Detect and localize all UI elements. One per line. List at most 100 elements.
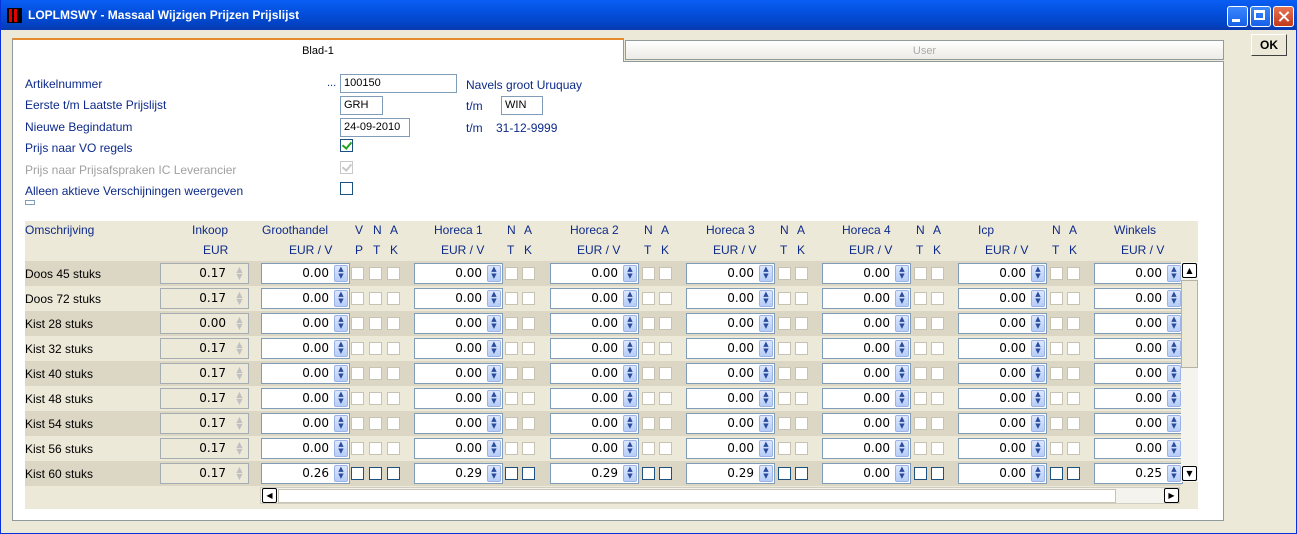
groothandel-flag-vp[interactable] [351, 267, 364, 280]
groothandel-price[interactable]: 0.26 ▲ ▼ [261, 463, 350, 484]
horeca2-flag-nt[interactable] [642, 342, 655, 355]
horeca2-flag-nt[interactable] [642, 267, 655, 280]
horeca4-flag-nt[interactable] [914, 467, 927, 480]
spinner-icon[interactable]: ▲ ▼ [895, 340, 909, 357]
groothandel-flag-nt[interactable] [369, 442, 382, 455]
spinner-icon[interactable]: ▲ ▼ [1031, 340, 1045, 357]
spinner-icon[interactable]: ▲ ▼ [334, 315, 348, 332]
groothandel-price[interactable]: 0.00 ▲ ▼ [261, 313, 350, 334]
groothandel-flag-ak[interactable] [387, 317, 400, 330]
close-icon[interactable] [1273, 6, 1294, 27]
spinner-icon[interactable]: ▲ ▼ [1031, 315, 1045, 332]
icp-flag-ak[interactable] [1067, 417, 1080, 430]
horeca3-flag-ak[interactable] [795, 417, 808, 430]
icp-flag-ak[interactable] [1067, 267, 1080, 280]
horeca3-flag-nt[interactable] [778, 367, 791, 380]
spinner-icon[interactable]: ▲ ▼ [895, 440, 909, 457]
horeca2-flag-nt[interactable] [642, 442, 655, 455]
horeca3-flag-nt[interactable] [778, 392, 791, 405]
spinner-icon[interactable]: ▲ ▼ [895, 415, 909, 432]
horeca2-price[interactable]: 0.00 ▲ ▼ [550, 338, 639, 359]
horeca1-flag-nt[interactable] [505, 367, 518, 380]
horeca3-flag-ak[interactable] [795, 342, 808, 355]
horeca2-flag-nt[interactable] [642, 392, 655, 405]
horeca1-price[interactable]: 0.00 ▲ ▼ [414, 438, 503, 459]
spinner-icon[interactable]: ▲ ▼ [334, 340, 348, 357]
horeca3-flag-nt[interactable] [778, 267, 791, 280]
icp-flag-ak[interactable] [1067, 392, 1080, 405]
icp-price[interactable]: 0.00 ▲ ▼ [958, 438, 1047, 459]
groothandel-flag-vp[interactable] [351, 467, 364, 480]
horeca3-flag-nt[interactable] [778, 442, 791, 455]
spinner-icon[interactable]: ▲ ▼ [1167, 390, 1181, 407]
horeca1-flag-ak[interactable] [522, 442, 535, 455]
horeca2-price[interactable]: 0.00 ▲ ▼ [550, 363, 639, 384]
horeca3-flag-nt[interactable] [778, 342, 791, 355]
spinner-icon[interactable]: ▲ ▼ [1167, 315, 1181, 332]
spinner-icon[interactable]: ▲ ▼ [334, 265, 348, 282]
icp-flag-ak[interactable] [1067, 317, 1080, 330]
horeca1-flag-ak[interactable] [522, 392, 535, 405]
icp-flag-nt[interactable] [1050, 367, 1063, 380]
horeca1-flag-nt[interactable] [505, 442, 518, 455]
horeca3-flag-ak[interactable] [795, 292, 808, 305]
icp-flag-ak[interactable] [1067, 292, 1080, 305]
maximize-icon[interactable] [1250, 6, 1271, 27]
horeca2-flag-ak[interactable] [659, 467, 672, 480]
horeca2-flag-nt[interactable] [642, 292, 655, 305]
horeca1-flag-nt[interactable] [505, 342, 518, 355]
spinner-icon[interactable]: ▲ ▼ [895, 315, 909, 332]
spinner-icon[interactable]: ▲ ▼ [1031, 465, 1045, 482]
spinner-icon[interactable]: ▲ ▼ [487, 365, 501, 382]
winkels-price[interactable]: 0.00 ▲ ▼ [1094, 313, 1183, 334]
horeca3-price[interactable]: 0.00 ▲ ▼ [686, 338, 775, 359]
spinner-icon[interactable]: ▲ ▼ [895, 390, 909, 407]
spinner-icon[interactable]: ▲ ▼ [1031, 415, 1045, 432]
spinner-icon[interactable]: ▲ ▼ [1167, 465, 1181, 482]
spinner-icon[interactable]: ▲ ▼ [759, 415, 773, 432]
horeca2-flag-nt[interactable] [642, 467, 655, 480]
spinner-icon[interactable]: ▲ ▼ [334, 365, 348, 382]
horeca3-flag-ak[interactable] [795, 442, 808, 455]
winkels-price[interactable]: 0.00 ▲ ▼ [1094, 263, 1183, 284]
horeca1-price[interactable]: 0.00 ▲ ▼ [414, 313, 503, 334]
groothandel-flag-ak[interactable] [387, 292, 400, 305]
icp-price[interactable]: 0.00 ▲ ▼ [958, 338, 1047, 359]
horeca2-price[interactable]: 0.29 ▲ ▼ [550, 463, 639, 484]
groothandel-flag-vp[interactable] [351, 292, 364, 305]
horeca1-flag-ak[interactable] [522, 417, 535, 430]
groothandel-flag-nt[interactable] [369, 467, 382, 480]
horeca2-price[interactable]: 0.00 ▲ ▼ [550, 413, 639, 434]
winkels-price[interactable]: 0.00 ▲ ▼ [1094, 388, 1183, 409]
groothandel-flag-vp[interactable] [351, 442, 364, 455]
horeca2-flag-ak[interactable] [659, 292, 672, 305]
icp-flag-nt[interactable] [1050, 292, 1063, 305]
spinner-icon[interactable]: ▲ ▼ [623, 340, 637, 357]
horeca1-flag-ak[interactable] [522, 267, 535, 280]
spinner-icon[interactable]: ▲ ▼ [623, 440, 637, 457]
horeca2-flag-ak[interactable] [659, 342, 672, 355]
groothandel-flag-ak[interactable] [387, 392, 400, 405]
horeca1-flag-ak[interactable] [522, 292, 535, 305]
horeca4-flag-ak[interactable] [931, 267, 944, 280]
tab-user[interactable]: User [625, 40, 1224, 60]
horeca4-flag-ak[interactable] [931, 342, 944, 355]
spinner-icon[interactable]: ▲ ▼ [334, 415, 348, 432]
horeca4-flag-ak[interactable] [931, 467, 944, 480]
horeca3-flag-nt[interactable] [778, 292, 791, 305]
horeca4-price[interactable]: 0.00 ▲ ▼ [822, 263, 911, 284]
groothandel-flag-ak[interactable] [387, 367, 400, 380]
horeca4-price[interactable]: 0.00 ▲ ▼ [822, 313, 911, 334]
horeca4-flag-nt[interactable] [914, 342, 927, 355]
horeca4-price[interactable]: 0.00 ▲ ▼ [822, 388, 911, 409]
horeca4-price[interactable]: 0.00 ▲ ▼ [822, 363, 911, 384]
horeca3-price[interactable]: 0.00 ▲ ▼ [686, 263, 775, 284]
horeca4-flag-ak[interactable] [931, 367, 944, 380]
groothandel-flag-nt[interactable] [369, 292, 382, 305]
horeca4-price[interactable]: 0.00 ▲ ▼ [822, 438, 911, 459]
horeca1-flag-ak[interactable] [522, 367, 535, 380]
horeca3-flag-ak[interactable] [795, 317, 808, 330]
groothandel-price[interactable]: 0.00 ▲ ▼ [261, 413, 350, 434]
groothandel-price[interactable]: 0.00 ▲ ▼ [261, 338, 350, 359]
spinner-icon[interactable]: ▲ ▼ [487, 265, 501, 282]
